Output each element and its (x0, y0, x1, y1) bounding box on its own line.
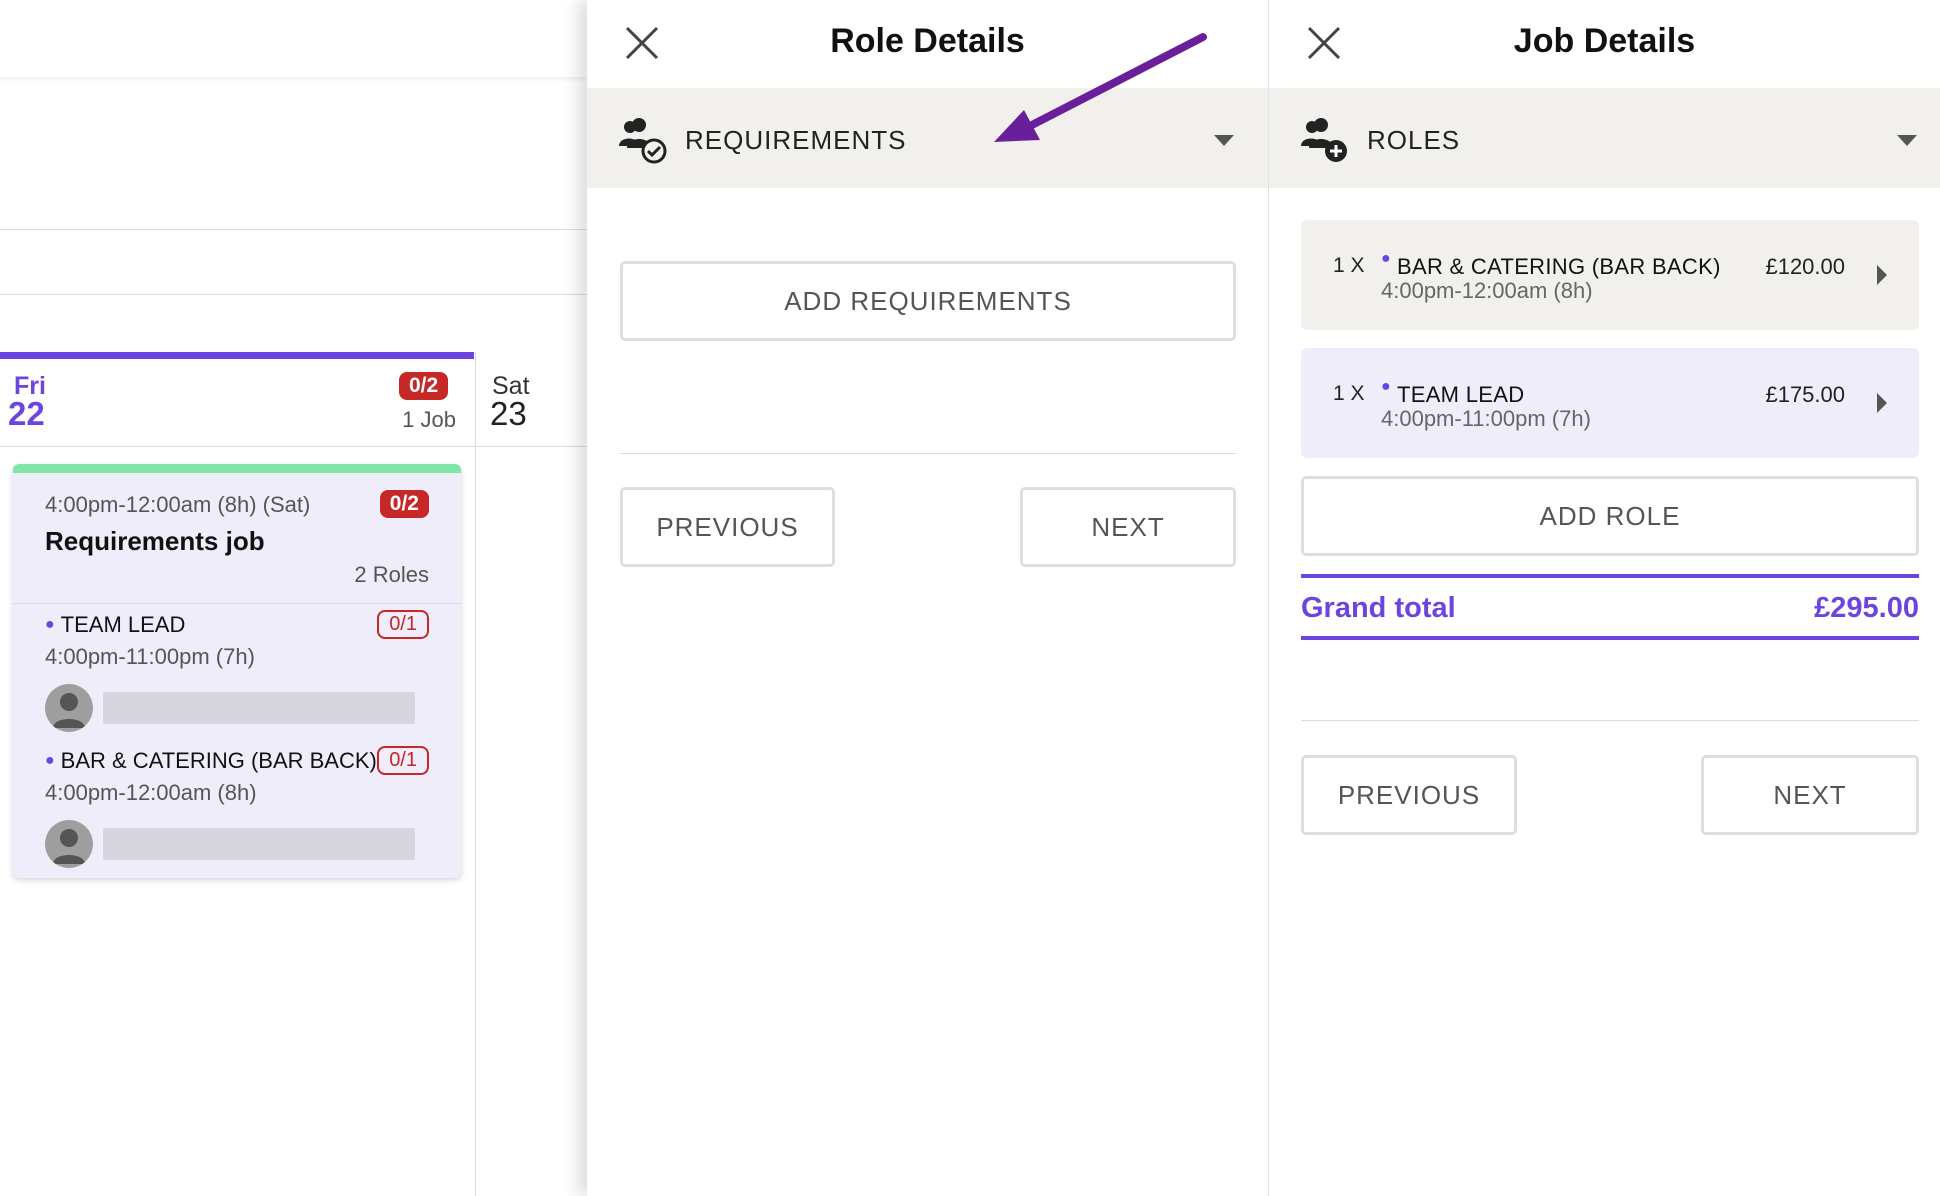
add-role-button[interactable]: ADD ROLE (1301, 476, 1919, 556)
users-add-icon (1301, 118, 1347, 162)
job-card-divider (13, 603, 461, 604)
calendar-toolbar (0, 0, 600, 77)
chevron-down-icon (1214, 135, 1234, 146)
role-time: 4:00pm-12:00am (8h) (1381, 278, 1593, 303)
divider (1301, 720, 1919, 721)
job-roles-count: 2 Roles (354, 562, 429, 587)
today-indicator (0, 352, 474, 359)
previous-button[interactable]: PREVIOUS (620, 487, 835, 567)
job-fill-badge: 0/2 (379, 490, 429, 518)
friday-job-count: 1 Job (402, 407, 456, 432)
role-fill-badge: 0/1 (377, 746, 429, 775)
calendar-background: Fri 22 0/2 1 Job Sat 23 4:00pm-12:00am (… (0, 0, 600, 1196)
role-row[interactable]: 1 X ● BAR & CATERING (BAR BACK) 4:00pm-1… (1301, 220, 1919, 330)
friday-date: 22 (8, 395, 45, 432)
role-time: 4:00pm-11:00pm (7h) (1381, 406, 1591, 431)
panel-header: Role Details (587, 0, 1268, 88)
job-role-item[interactable]: ● TEAM LEAD 0/1 4:00pm-11:00pm (7h) (45, 610, 429, 732)
avatar[interactable] (45, 684, 93, 732)
role-name: BAR & CATERING (BAR BACK) (1397, 254, 1721, 279)
next-button[interactable]: NEXT (1701, 755, 1919, 835)
role-price: £175.00 (1765, 382, 1845, 407)
job-role-name: ● BAR & CATERING (BAR BACK) (45, 748, 429, 774)
job-details-panel: Job Details ROLES 1 X ● BAR & CATERING (… (1268, 0, 1940, 1196)
calendar-divider (0, 229, 600, 230)
requirements-section-toggle[interactable]: REQUIREMENTS (587, 88, 1268, 188)
section-label: ROLES (1367, 125, 1461, 155)
job-role-name: ● TEAM LEAD (45, 612, 429, 638)
role-details-panel: Role Details REQUIREMENTS ADD REQUIREMEN… (587, 0, 1268, 1196)
job-card-accent (13, 464, 461, 473)
job-role-time: 4:00pm-11:00pm (7h) (45, 644, 255, 669)
job-role-time: 4:00pm-12:00am (8h) (45, 780, 257, 805)
day-header-divider (0, 446, 600, 447)
add-requirements-button[interactable]: ADD REQUIREMENTS (620, 261, 1236, 341)
roles-section-toggle[interactable]: ROLES (1269, 88, 1940, 188)
job-time: 4:00pm-12:00am (8h) (Sat) (45, 492, 311, 517)
panel-header: Job Details (1269, 0, 1940, 88)
staff-name-placeholder (103, 828, 415, 860)
role-badge-text: 0/1 (377, 746, 429, 775)
role-quantity: 1 X (1333, 382, 1365, 405)
role-badge-text: 0/1 (377, 610, 429, 639)
job-role-name-text: TEAM LEAD (60, 612, 186, 637)
friday-badge-text: 0/2 (399, 372, 449, 400)
job-card[interactable]: 4:00pm-12:00am (8h) (Sat) 0/2 Requiremen… (13, 464, 461, 878)
role-dot-icon: ● (1381, 250, 1391, 267)
job-role-item[interactable]: ● BAR & CATERING (BAR BACK) 0/1 4:00pm-12… (45, 746, 429, 868)
saturday-date: 23 (490, 395, 527, 432)
grand-total: Grand total £295.00 (1301, 574, 1919, 640)
panel-title: Job Details (1513, 22, 1696, 60)
role-dot-icon: ● (45, 752, 55, 769)
friday-fill-badge: 0/2 (399, 372, 449, 400)
role-fill-badge: 0/1 (377, 610, 429, 639)
previous-button[interactable]: PREVIOUS (1301, 755, 1517, 835)
divider (620, 453, 1236, 454)
chevron-down-icon (1897, 135, 1917, 146)
next-button[interactable]: NEXT (1020, 487, 1236, 567)
role-dot-icon: ● (1381, 378, 1391, 395)
day-column-divider (475, 352, 476, 1196)
avatar[interactable] (45, 820, 93, 868)
job-title: Requirements job (45, 526, 265, 556)
role-dot-icon: ● (45, 616, 55, 633)
calendar-divider (0, 294, 600, 295)
users-check-icon (619, 118, 667, 164)
grand-total-label: Grand total (1301, 592, 1456, 624)
section-label: REQUIREMENTS (685, 125, 907, 155)
role-quantity: 1 X (1333, 254, 1365, 277)
chevron-right-icon (1877, 265, 1887, 285)
job-role-name-text: BAR & CATERING (BAR BACK) (60, 748, 377, 773)
panel-title: Role Details (830, 22, 1025, 60)
role-name: TEAM LEAD (1397, 382, 1525, 407)
person-icon (53, 693, 85, 728)
role-price: £120.00 (1765, 254, 1845, 279)
job-badge-text: 0/2 (379, 490, 429, 518)
staff-name-placeholder (103, 692, 415, 724)
grand-total-value: £295.00 (1814, 592, 1919, 624)
role-row[interactable]: 1 X ● TEAM LEAD 4:00pm-11:00pm (7h) £175… (1301, 348, 1919, 458)
chevron-right-icon (1877, 393, 1887, 413)
person-icon (53, 829, 85, 864)
